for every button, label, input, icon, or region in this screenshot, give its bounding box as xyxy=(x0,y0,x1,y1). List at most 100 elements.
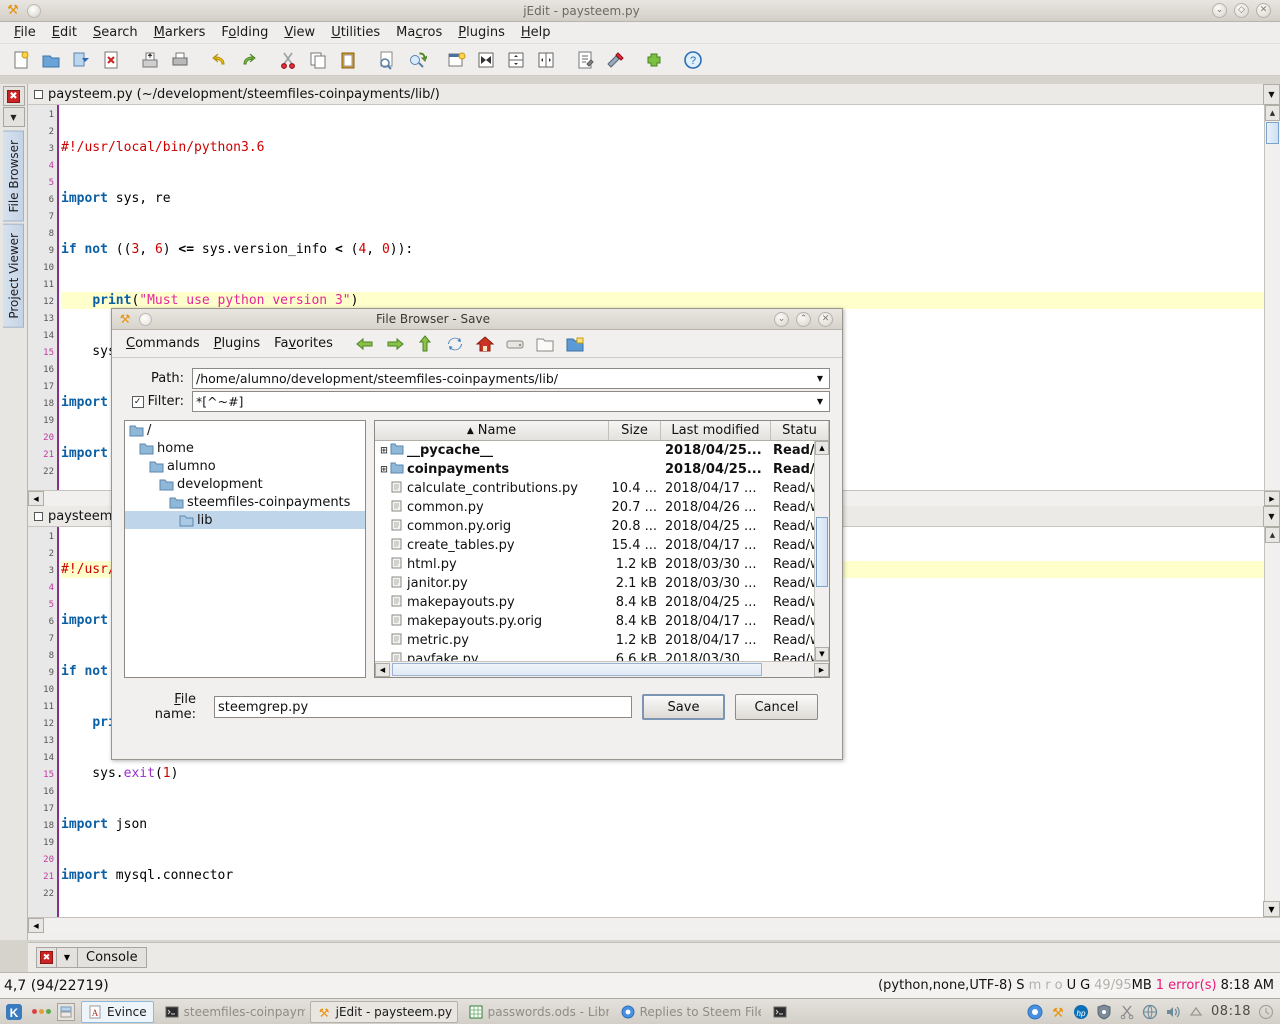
scroll-down-arrow[interactable]: ▼ xyxy=(1263,901,1280,917)
top-pane-menu-button[interactable]: ▼ xyxy=(1263,84,1280,105)
new-view-icon[interactable] xyxy=(441,47,471,73)
unsplit-icon[interactable] xyxy=(471,47,501,73)
new-directory-icon[interactable] xyxy=(531,332,559,356)
close-console-icon[interactable]: ✖ xyxy=(36,947,57,968)
menu-macros[interactable]: Macros xyxy=(388,23,450,42)
cancel-button[interactable]: Cancel xyxy=(735,694,818,720)
taskbar-item-jedit[interactable]: ⚒ jEdit - paysteem.py xyxy=(309,1000,458,1023)
expand-icon[interactable]: ⊞ xyxy=(378,446,390,456)
memory-status[interactable]: 49/95MB xyxy=(1092,978,1154,993)
split-handle[interactable] xyxy=(366,420,374,678)
flag-m[interactable]: m xyxy=(1027,978,1044,993)
tree-item-home[interactable]: home xyxy=(125,439,365,457)
console-tab[interactable]: Console xyxy=(78,947,147,968)
file-row[interactable]: calculate_contributions.py 10.4 ... 2018… xyxy=(375,479,829,498)
klipper-tray-icon[interactable] xyxy=(1119,1004,1135,1020)
dialog-menu-plugins[interactable]: Plugins xyxy=(208,334,267,353)
scroll-thumb[interactable] xyxy=(816,517,828,587)
chevron-down-icon[interactable]: ▼ xyxy=(811,369,829,388)
tree-item-root[interactable]: / xyxy=(125,421,365,439)
flag-r[interactable]: r xyxy=(1043,978,1052,993)
menu-plugins[interactable]: Plugins xyxy=(450,23,513,42)
home-icon[interactable] xyxy=(471,332,499,356)
chevron-down-icon[interactable]: ▼ xyxy=(811,392,829,411)
file-row[interactable]: ⊞ __pycache__ 2018/04/25... Read/. xyxy=(375,441,829,460)
taskbar-item-terminal[interactable]: steemfiles-coinpayme xyxy=(158,1001,306,1023)
menu-help[interactable]: Help xyxy=(513,23,559,42)
taskbar-item-terminal-2[interactable] xyxy=(766,1001,799,1023)
dialog-menu-button[interactable] xyxy=(139,312,152,326)
flag-g[interactable]: G xyxy=(1078,978,1092,993)
scroll-up-arrow[interactable]: ▲ xyxy=(1265,527,1280,543)
dock-menu-icon[interactable]: ▼ xyxy=(2,107,25,127)
editor-bottom-vscrollbar[interactable]: ▲ xyxy=(1264,527,1280,917)
forward-arrow-icon[interactable] xyxy=(381,332,409,356)
scroll-left-arrow[interactable]: ◀ xyxy=(375,662,390,677)
help-icon[interactable]: ? xyxy=(678,47,708,73)
show-desktop-icon[interactable] xyxy=(32,1009,51,1014)
undo-icon[interactable] xyxy=(204,47,234,73)
filter-combobox[interactable]: *[^~#] ▼ xyxy=(192,391,830,412)
pager-icon[interactable] xyxy=(57,1002,75,1021)
column-header-last-modified[interactable]: Last modified xyxy=(661,421,771,440)
print-icon[interactable] xyxy=(165,47,195,73)
save-all-icon[interactable] xyxy=(135,47,165,73)
path-combobox[interactable]: /home/alumno/development/steemfiles-coin… xyxy=(192,368,830,389)
menu-edit[interactable]: Edit xyxy=(44,23,85,42)
up-arrow-icon[interactable] xyxy=(411,332,439,356)
network-tray-icon[interactable] xyxy=(1142,1004,1158,1020)
global-options-icon[interactable] xyxy=(600,47,630,73)
split-horizontal-icon[interactable] xyxy=(501,47,531,73)
reload-file-icon[interactable] xyxy=(66,47,96,73)
find-icon[interactable] xyxy=(372,47,402,73)
copy-icon[interactable] xyxy=(303,47,333,73)
menu-folding[interactable]: Folding xyxy=(213,23,276,42)
scroll-left-arrow[interactable]: ◀ xyxy=(28,918,44,933)
editor-top-vscrollbar[interactable]: ▲ xyxy=(1264,105,1280,490)
volume-tray-icon[interactable] xyxy=(1165,1004,1181,1020)
new-file-icon[interactable] xyxy=(561,332,589,356)
new-file-icon[interactable] xyxy=(6,47,36,73)
current-buffer-options-icon[interactable] xyxy=(570,47,600,73)
file-row[interactable]: makepayouts.py 8.4 kB 2018/04/25 ... Rea… xyxy=(375,593,829,612)
flag-u[interactable]: U xyxy=(1065,978,1079,993)
file-row[interactable]: metric.py 1.2 kB 2018/04/17 ... Read/w xyxy=(375,631,829,650)
filter-checkbox[interactable]: ✓ xyxy=(131,395,144,408)
tree-item-alumno[interactable]: alumno xyxy=(125,457,365,475)
dialog-menu-commands[interactable]: Commands xyxy=(120,334,206,353)
file-row[interactable]: ⊞ coinpayments 2018/04/25... Read/. xyxy=(375,460,829,479)
file-list-vscrollbar[interactable]: ▲ ▼ xyxy=(814,441,829,661)
maximize-button[interactable]: ◇ xyxy=(1234,3,1249,18)
file-row[interactable]: janitor.py 2.1 kB 2018/03/30 ... Read/w xyxy=(375,574,829,593)
menu-search[interactable]: Search xyxy=(85,23,146,42)
error-count[interactable]: 1 error(s) xyxy=(1154,978,1219,993)
dialog-minimize-button[interactable]: ⌄ xyxy=(774,311,789,327)
filename-input[interactable]: steemgrep.py xyxy=(214,696,632,718)
taskbar-clock[interactable]: 08:18 xyxy=(1211,1004,1251,1019)
file-list-hscrollbar[interactable]: ◀ ▶ xyxy=(375,661,829,677)
file-row[interactable]: makepayouts.py.orig 8.4 kB 2018/04/17 ..… xyxy=(375,612,829,631)
chromium-tray-icon[interactable] xyxy=(1027,1004,1043,1020)
window-menu-button[interactable] xyxy=(27,3,41,18)
dialog-maximize-button[interactable]: ⌃ xyxy=(796,311,811,327)
menu-utilities[interactable]: Utilities xyxy=(323,23,388,42)
flag-o[interactable]: o xyxy=(1053,978,1065,993)
find-next-icon[interactable] xyxy=(402,47,432,73)
scroll-right-arrow[interactable]: ▶ xyxy=(1264,491,1280,506)
split-vertical-icon[interactable] xyxy=(531,47,561,73)
scroll-up-arrow[interactable]: ▲ xyxy=(815,441,829,455)
taskbar-item-evince[interactable]: A Evince xyxy=(81,1000,154,1023)
shield-tray-icon[interactable] xyxy=(1096,1003,1112,1020)
expand-icon[interactable]: ⊞ xyxy=(378,465,390,475)
kde-start-icon[interactable]: K xyxy=(2,1001,26,1023)
file-row[interactable]: payfake.py 6.6 kB 2018/03/30 ... Read/w xyxy=(375,650,829,661)
jedit-tray-icon[interactable]: ⚒ xyxy=(1050,1004,1066,1020)
file-list[interactable]: ▲ Name Size Last modified Statu ⊞ __pycac… xyxy=(374,420,830,678)
menu-file[interactable]: FFileile xyxy=(6,23,44,42)
file-row[interactable]: create_tables.py 15.4 ... 2018/04/17 ...… xyxy=(375,536,829,555)
redo-icon[interactable] xyxy=(234,47,264,73)
plugin-manager-icon[interactable] xyxy=(639,47,669,73)
menu-markers[interactable]: Markers xyxy=(146,23,214,42)
scroll-left-arrow[interactable]: ◀ xyxy=(28,491,44,506)
file-row[interactable]: common.py 20.7 ... 2018/04/26 ... Read/w xyxy=(375,498,829,517)
